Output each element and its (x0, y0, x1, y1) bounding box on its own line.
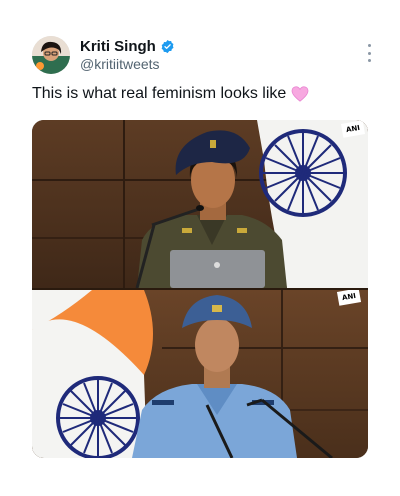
media-image-top[interactable]: ANI (32, 120, 368, 288)
tweet-header: Kriti Singh @kritiitweets (32, 36, 372, 76)
tweet-text: This is what real feminism looks like (32, 85, 352, 103)
display-name[interactable]: Kriti Singh (80, 38, 156, 55)
media-image-bottom[interactable]: ANI (32, 290, 368, 458)
verified-badge-icon (161, 39, 174, 54)
more-options-icon[interactable] (366, 44, 372, 62)
avatar[interactable] (32, 36, 70, 74)
tweet-body: This is what real feminism looks like (32, 85, 287, 102)
user-handle[interactable]: @kritiitweets (80, 56, 160, 72)
tweet-media[interactable]: ANI ANI (32, 120, 368, 458)
pink-heart-icon (291, 86, 309, 102)
